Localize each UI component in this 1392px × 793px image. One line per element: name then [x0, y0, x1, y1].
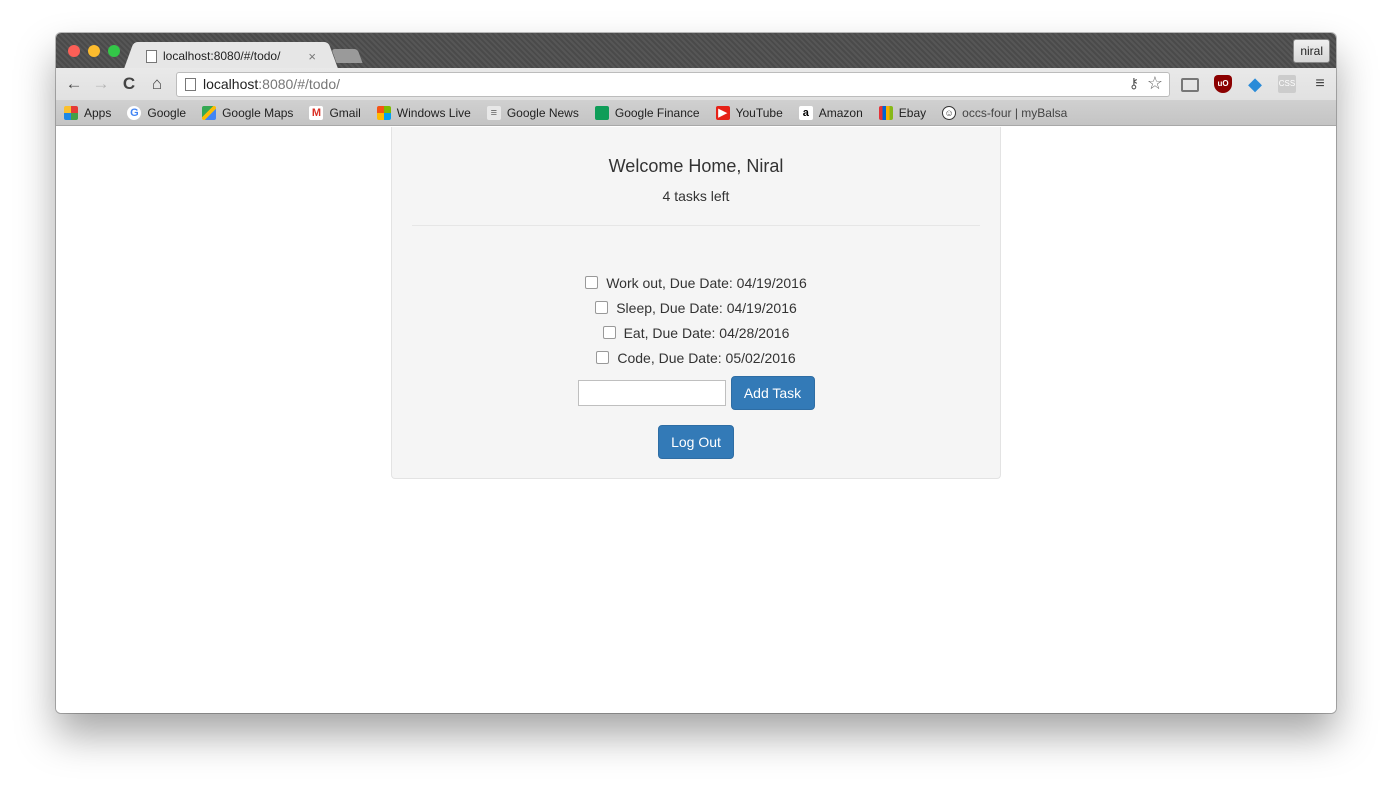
smiley-icon: ☺	[942, 105, 957, 120]
logout-button[interactable]: Log Out	[658, 425, 734, 459]
bookmark-item[interactable]: M Gmail	[309, 105, 361, 120]
bookmark-item[interactable]: ≡ Google News	[486, 105, 579, 120]
toolbar: ← → C ⌂ localhost:8080/#/todo/ ⚷ ☆ uO ◆ …	[56, 68, 1336, 100]
bookmark-label: Ebay	[898, 105, 927, 120]
add-task-button[interactable]: Add Task	[730, 376, 815, 410]
todo-panel: Welcome Home, Niral 4 tasks left Work ou…	[391, 127, 1001, 479]
task-label: Work out, Due Date: 04/19/2016	[606, 274, 807, 291]
cast-icon[interactable]	[1181, 78, 1199, 92]
bookmark-label: Google Finance	[614, 105, 700, 120]
new-task-input[interactable]	[577, 380, 726, 406]
address-bar[interactable]: localhost:8080/#/todo/ ⚷ ☆	[176, 72, 1170, 97]
apps-grid-icon	[64, 105, 78, 120]
profile-button[interactable]: niral	[1293, 39, 1330, 63]
task-item[interactable]: Code, Due Date: 05/02/2016	[392, 345, 1000, 370]
bookmark-label: YouTube	[735, 105, 783, 120]
new-tab-button[interactable]	[331, 49, 363, 63]
browser-window: localhost:8080/#/todo/ × niral ← → C ⌂ l…	[56, 33, 1336, 713]
bookmark-item[interactable]: G Google	[127, 105, 187, 120]
maximize-window-button[interactable]	[108, 45, 120, 57]
task-label: Sleep, Due Date: 04/19/2016	[616, 299, 797, 316]
task-list: Work out, Due Date: 04/19/2016 Sleep, Du…	[392, 270, 1000, 370]
bookmark-item[interactable]: ☺ occs-four | myBalsa	[942, 105, 1068, 120]
bookmark-label: occs-four | myBalsa	[962, 105, 1068, 120]
task-checkbox[interactable]	[596, 351, 610, 364]
bookmark-label: Google News	[506, 105, 579, 120]
bookmark-item[interactable]: Windows Live	[376, 105, 471, 120]
task-item[interactable]: Eat, Due Date: 04/28/2016	[392, 320, 1000, 345]
add-task-row: Add Task	[392, 376, 1000, 410]
url-text: localhost:8080/#/todo/	[203, 76, 341, 92]
windows-icon	[376, 105, 391, 120]
gmail-icon: M	[309, 105, 324, 120]
minimize-window-button[interactable]	[88, 45, 100, 57]
page-content: Welcome Home, Niral 4 tasks left Work ou…	[56, 127, 1336, 713]
tab-active[interactable]: localhost:8080/#/todo/ ×	[136, 42, 326, 68]
maps-icon	[202, 105, 217, 120]
page-icon	[185, 78, 196, 91]
bookmark-label: Apps	[84, 105, 112, 120]
task-checkbox[interactable]	[585, 276, 599, 289]
diamond-extension-icon[interactable]: ◆	[1246, 75, 1264, 93]
amazon-icon: a	[798, 105, 813, 120]
google-icon: G	[127, 105, 142, 120]
task-item[interactable]: Sleep, Due Date: 04/19/2016	[392, 295, 1000, 320]
css-extension-icon[interactable]: CSS	[1278, 75, 1296, 93]
close-window-button[interactable]	[68, 45, 80, 57]
bookmark-star-icon[interactable]: ☆	[1147, 73, 1163, 94]
tab-close-icon[interactable]: ×	[308, 49, 316, 64]
bookmark-item[interactable]: Apps	[64, 105, 112, 120]
page-icon	[146, 49, 157, 63]
task-checkbox[interactable]	[595, 301, 609, 314]
tab-title: localhost:8080/#/todo/	[163, 49, 281, 63]
welcome-heading: Welcome Home, Niral	[608, 156, 784, 176]
youtube-icon: ▶	[715, 105, 730, 120]
title-bar: localhost:8080/#/todo/ × niral	[56, 33, 1336, 68]
bookmark-label: Google Maps	[222, 105, 294, 120]
forward-icon[interactable]: →	[91, 74, 111, 94]
divider	[412, 225, 980, 226]
bookmark-label: Google	[147, 105, 187, 120]
bookmark-item[interactable]: Google Maps	[202, 105, 294, 120]
bookmark-label: Windows Live	[396, 105, 471, 120]
tasks-remaining: 4 tasks left	[662, 188, 730, 204]
menu-icon[interactable]: ≡	[1311, 75, 1329, 93]
back-icon[interactable]: ←	[64, 74, 84, 94]
ublock-icon[interactable]: uO	[1214, 75, 1232, 93]
home-icon[interactable]: ⌂	[147, 74, 167, 94]
key-icon[interactable]: ⚷	[1129, 75, 1139, 92]
news-icon: ≡	[486, 105, 501, 120]
bookmark-item[interactable]: a Amazon	[798, 105, 863, 120]
task-label: Eat, Due Date: 04/28/2016	[623, 324, 790, 341]
bookmark-item[interactable]: Google Finance	[594, 105, 700, 120]
reload-icon[interactable]: C	[119, 74, 139, 94]
bookmark-label: Gmail	[329, 105, 361, 120]
task-label: Code, Due Date: 05/02/2016	[617, 349, 796, 366]
ebay-icon	[878, 105, 893, 120]
bookmark-item[interactable]: ▶ YouTube	[715, 105, 783, 120]
finance-icon	[594, 105, 609, 120]
bookmark-label: Amazon	[818, 105, 863, 120]
bookmark-item[interactable]: Ebay	[878, 105, 927, 120]
bookmarks-bar: Apps G Google Google Maps M Gmail Windows Live…	[56, 100, 1336, 126]
task-item[interactable]: Work out, Due Date: 04/19/2016	[392, 270, 1000, 295]
task-checkbox[interactable]	[602, 326, 616, 339]
logout-row: Log Out	[392, 425, 1000, 459]
